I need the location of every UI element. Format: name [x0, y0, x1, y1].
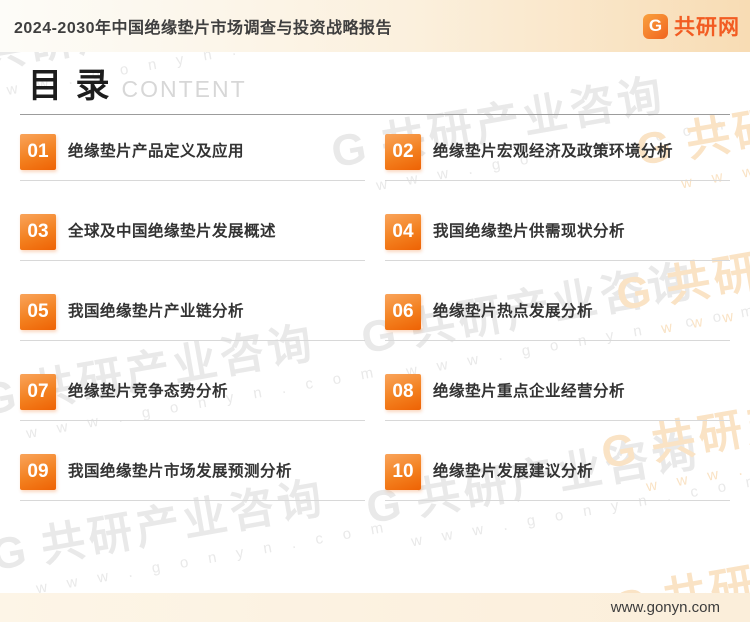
toc-item-number-badge: 04	[385, 214, 421, 250]
toc-item-label: 我国绝缘垫片产业链分析	[68, 303, 245, 320]
toc-item-label: 绝缘垫片重点企业经营分析	[433, 383, 626, 400]
toc-item-number-badge: 03	[20, 214, 56, 250]
toc-item-label: 绝缘垫片产品定义及应用	[68, 143, 245, 160]
toc-item-04[interactable]: 04 我国绝缘垫片供需现状分析	[385, 214, 730, 261]
toc-item-08[interactable]: 08 绝缘垫片重点企业经营分析	[385, 374, 730, 421]
toc-item-number-badge: 09	[20, 454, 56, 490]
toc-item-10[interactable]: 10 绝缘垫片发展建议分析	[385, 454, 730, 501]
toc-item-label: 全球及中国绝缘垫片发展概述	[68, 223, 277, 240]
toc-page: G共研产业咨询 w w w . g o n y n . c o m G共研产业咨…	[0, 0, 750, 622]
toc-item-label: 我国绝缘垫片市场发展预测分析	[68, 463, 293, 480]
logo-brand-text: 共研网	[674, 16, 740, 39]
site-logo[interactable]: G 共研网	[643, 11, 740, 41]
toc-item-number-badge: 10	[385, 454, 421, 490]
toc-grid: 01 绝缘垫片产品定义及应用 02 绝缘垫片宏观经济及政策环境分析 03 全球及…	[20, 134, 730, 501]
toc-item-label: 绝缘垫片竞争态势分析	[68, 383, 229, 400]
toc-item-09[interactable]: 09 我国绝缘垫片市场发展预测分析	[20, 454, 365, 501]
toc-item-number-badge: 06	[385, 294, 421, 330]
toc-item-02[interactable]: 02 绝缘垫片宏观经济及政策环境分析	[385, 134, 730, 181]
toc-item-number-badge: 05	[20, 294, 56, 330]
toc-item-07[interactable]: 07 绝缘垫片竞争态势分析	[20, 374, 365, 421]
footer-site-url[interactable]: www.gonyn.com	[611, 599, 720, 616]
watermark-logo-icon: G	[0, 525, 34, 581]
toc-heading-cn: 目 录	[28, 67, 112, 105]
toc-item-number-badge: 02	[385, 134, 421, 170]
report-title: 2024-2030年中国绝缘垫片市场调查与投资战略报告	[14, 20, 393, 37]
toc-heading-en: CONTENT	[121, 76, 247, 102]
toc-item-label: 绝缘垫片热点发展分析	[433, 303, 594, 320]
toc-item-number-badge: 08	[385, 374, 421, 410]
toc-item-number-badge: 07	[20, 374, 56, 410]
toc-item-number-badge: 01	[20, 134, 56, 170]
toc-item-label: 绝缘垫片发展建议分析	[433, 463, 594, 480]
toc-item-06[interactable]: 06 绝缘垫片热点发展分析	[385, 294, 730, 341]
header-bar: 2024-2030年中国绝缘垫片市场调查与投资战略报告 G 共研网	[0, 0, 750, 52]
heading-divider	[20, 114, 730, 115]
watermark-url-text: w w w . g o n y n . c o m	[34, 518, 393, 598]
logo-g-icon: G	[643, 13, 668, 39]
toc-item-label: 绝缘垫片宏观经济及政策环境分析	[433, 143, 674, 160]
footer-bar: www.gonyn.com	[0, 593, 750, 622]
toc-item-05[interactable]: 05 我国绝缘垫片产业链分析	[20, 294, 365, 341]
toc-item-03[interactable]: 03 全球及中国绝缘垫片发展概述	[20, 214, 365, 261]
toc-item-label: 我国绝缘垫片供需现状分析	[433, 223, 626, 240]
toc-content: 目 录 CONTENT 01 绝缘垫片产品定义及应用 02 绝缘垫片宏观经济及政…	[0, 0, 750, 501]
toc-item-01[interactable]: 01 绝缘垫片产品定义及应用	[20, 134, 365, 181]
toc-heading: 目 录 CONTENT	[20, 66, 730, 106]
